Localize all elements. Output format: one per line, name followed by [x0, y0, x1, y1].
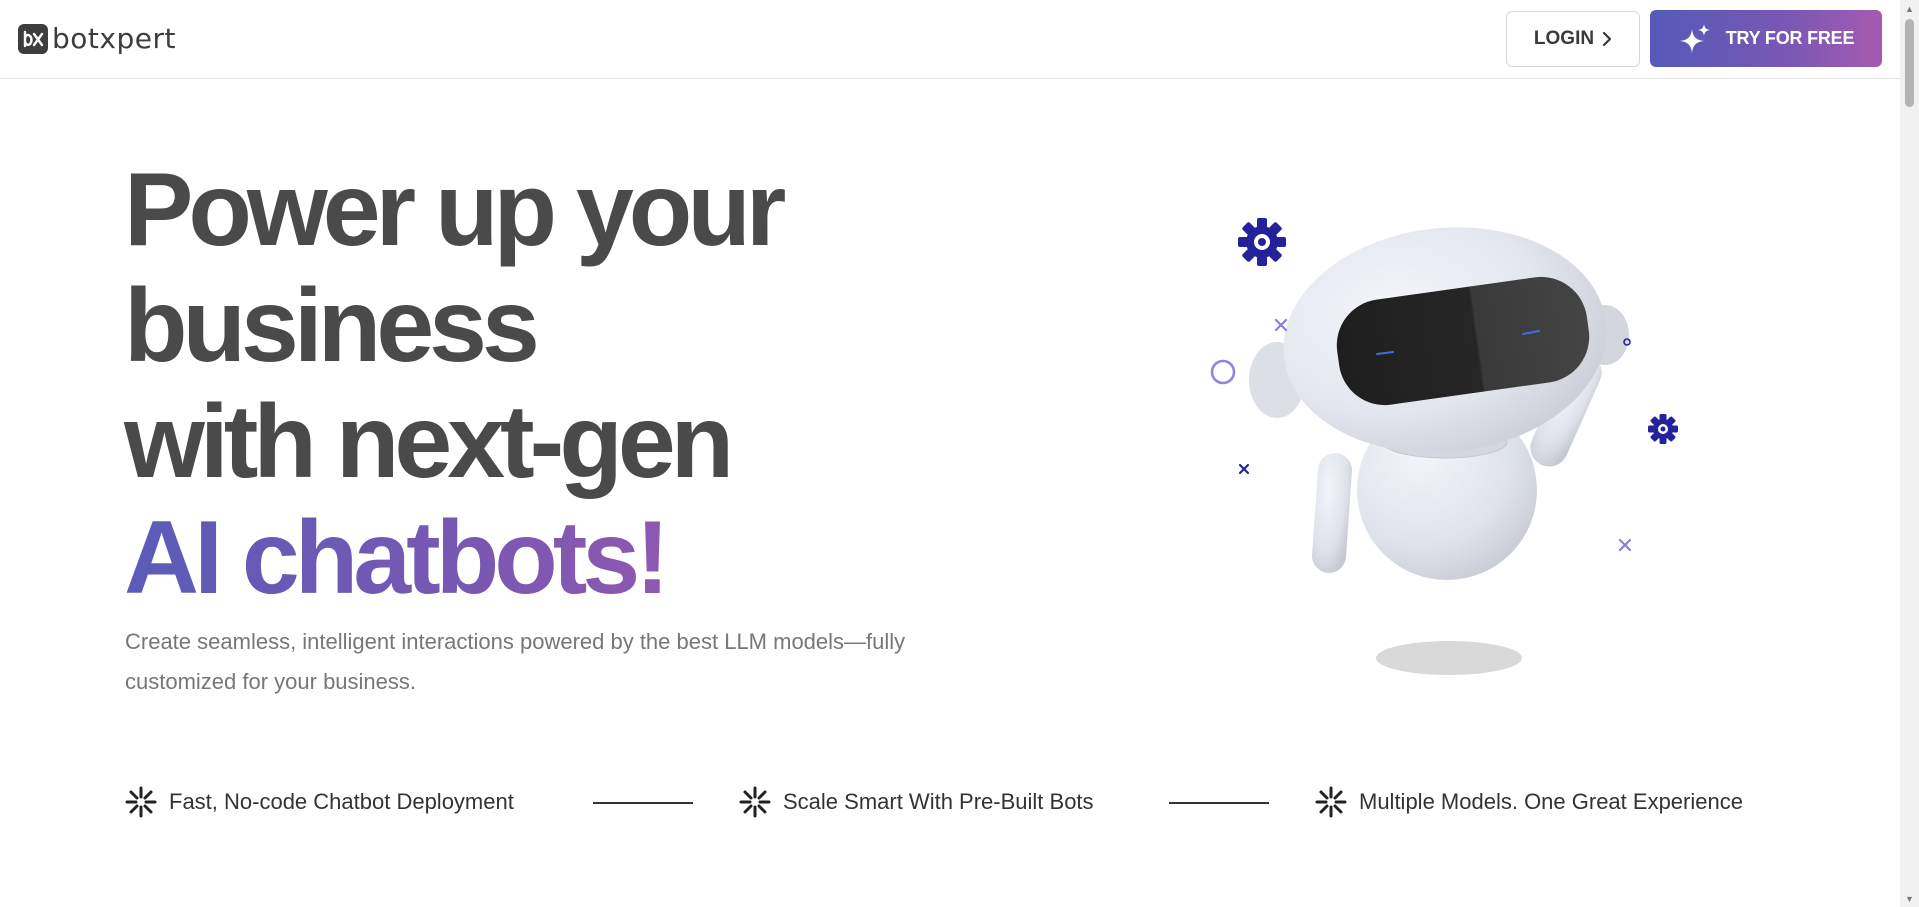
sparkle-icon	[125, 786, 157, 818]
cross-icon-2	[1238, 463, 1250, 475]
hero-subtitle: Create seamless, intelligent interaction…	[125, 629, 906, 694]
site-header: botxpert LOGIN TRY FOR FREE	[0, 0, 1900, 79]
try-for-free-label: TRY FOR FREE	[1725, 28, 1855, 48]
features-row: Fast, No-code Chatbot Deployment Scale S…	[125, 786, 1805, 820]
gear-icon-small	[1648, 414, 1678, 444]
cross-icon-3	[1618, 538, 1632, 552]
divider-line	[1169, 802, 1269, 804]
feature-item-pre-built: Scale Smart With Pre-Built Bots	[739, 786, 1094, 818]
feature-item-no-code: Fast, No-code Chatbot Deployment	[125, 786, 514, 818]
feature-label: Fast, No-code Chatbot Deployment	[169, 789, 514, 814]
chevron-right-icon	[1602, 31, 1612, 47]
divider-line	[593, 802, 693, 804]
hero-heading-line-3: with next-gen	[124, 384, 734, 500]
feature-label: Scale Smart With Pre-Built Bots	[783, 789, 1094, 814]
sparkle-icon	[1315, 786, 1347, 818]
hero-heading-accent: AI chatbots!	[124, 500, 781, 616]
logo-mark-icon	[18, 23, 48, 54]
logo[interactable]: botxpert	[18, 22, 176, 55]
login-button[interactable]: LOGIN	[1506, 11, 1640, 67]
gear-icon-large	[1238, 218, 1286, 266]
scroll-down-arrow-icon[interactable]: ▼	[1900, 890, 1919, 907]
ring-icon	[1210, 359, 1236, 385]
login-label: LOGIN	[1533, 28, 1595, 49]
logo-text: botxpert	[52, 22, 176, 55]
try-for-free-button[interactable]: TRY FOR FREE	[1650, 10, 1882, 67]
scroll-up-arrow-icon[interactable]: ▲	[1900, 0, 1919, 17]
hero-heading-line-2: business	[124, 268, 540, 384]
hero-heading: Power up your business with next-gen AI …	[124, 152, 786, 616]
hero-heading-line-1: Power up your	[124, 152, 786, 268]
feature-label: Multiple Models. One Great Experience	[1359, 789, 1743, 814]
scroll-thumb[interactable]	[1905, 19, 1914, 107]
page-scrollbar[interactable]: ▲ ▼	[1900, 0, 1919, 907]
sparkles-icon	[1679, 23, 1710, 53]
robot-left-arm	[1312, 453, 1352, 573]
robot-illustration	[1210, 218, 1678, 675]
cross-icon-1	[1274, 318, 1288, 332]
sparkle-icon	[739, 786, 771, 818]
robot-shadow	[1376, 641, 1522, 675]
feature-item-multiple-models: Multiple Models. One Great Experience	[1315, 786, 1743, 818]
